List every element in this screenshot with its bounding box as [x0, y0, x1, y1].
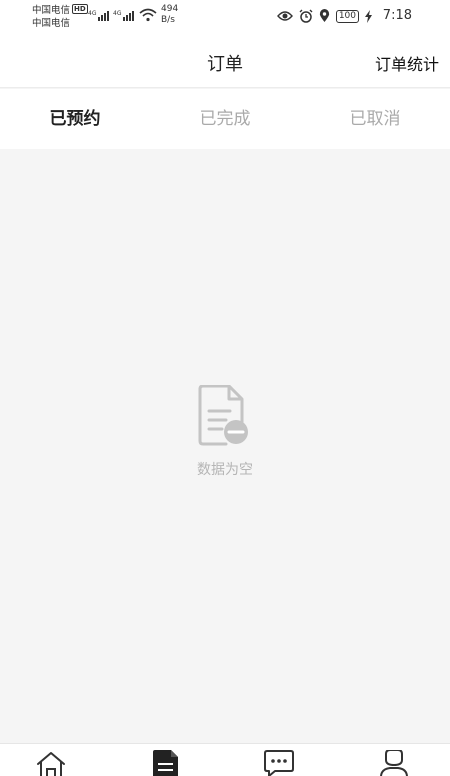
charging-icon [365, 9, 372, 23]
status-bar: 中国电信 中国电信 HD 4G 4G 494 B/s 100 7:18 [0, 0, 450, 34]
tab-completed[interactable]: 已完成 [150, 89, 300, 149]
network-speed: 494 B/s [161, 4, 179, 25]
empty-state: 数据为空 [0, 149, 450, 743]
tab-booked[interactable]: 已预约 [0, 89, 150, 149]
eye-icon [276, 11, 293, 21]
profile-icon[interactable] [376, 750, 412, 776]
network-label-1: 4G [88, 10, 97, 17]
wifi-icon [139, 8, 157, 22]
clock: 7:18 [382, 8, 412, 23]
status-icons: 100 [276, 8, 372, 24]
order-status-tabs: 已预约 已完成 已取消 [0, 89, 450, 149]
message-icon[interactable] [261, 750, 297, 776]
alarm-icon [299, 9, 313, 23]
title-bar: 订单 订单统计 [0, 34, 450, 88]
carrier-2: 中国电信 [32, 18, 71, 29]
location-icon [319, 9, 329, 22]
signal-icon: 4G [113, 10, 134, 21]
orders-icon[interactable] [147, 750, 183, 776]
tab-cancelled[interactable]: 已取消 [300, 89, 450, 149]
bottom-nav [0, 743, 450, 776]
empty-state-text: 数据为空 [197, 462, 253, 478]
home-icon[interactable] [33, 750, 69, 776]
carrier-1: 中国电信 [32, 5, 71, 16]
empty-document-icon [198, 385, 248, 446]
signal-icon: 4G [88, 10, 109, 21]
order-stats-link[interactable]: 订单统计 [375, 51, 439, 75]
carrier-info: 中国电信 中国电信 [32, 4, 70, 30]
hd-badge: HD [72, 4, 88, 14]
battery-indicator: 100 [335, 9, 359, 23]
network-label-2: 4G [113, 10, 122, 17]
